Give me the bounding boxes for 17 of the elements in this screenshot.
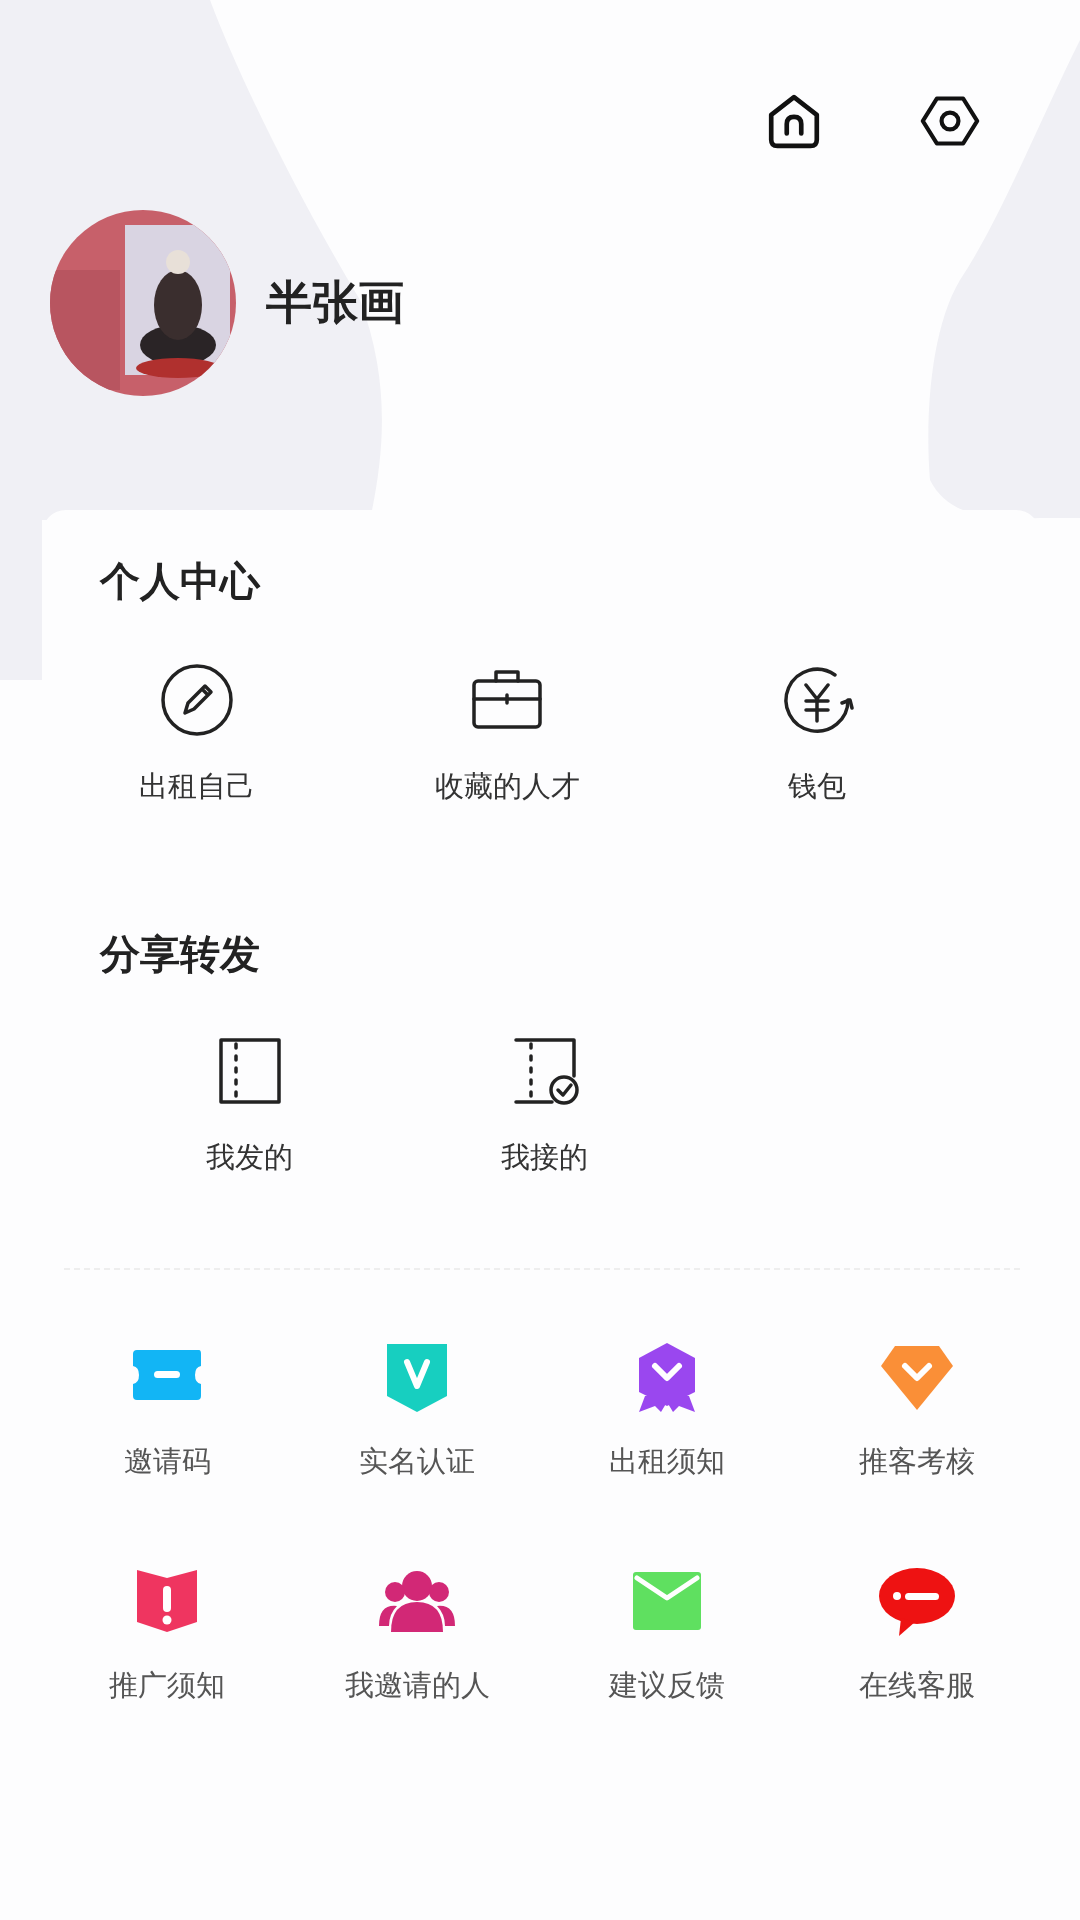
menu-item[interactable]: 收藏的人才: [434, 767, 580, 807]
menu-item[interactable]: 邀请码: [123, 1442, 211, 1482]
menu-item[interactable]: 实名认证: [359, 1442, 475, 1482]
menu-item[interactable]: 出租须知: [609, 1442, 725, 1482]
menu-item[interactable]: 出租自己: [139, 767, 255, 807]
menu-item[interactable]: 推广须知: [109, 1666, 225, 1706]
section-title: 个人中心: [98, 557, 262, 606]
menu-item[interactable]: 钱包: [788, 767, 846, 807]
menu-item[interactable]: 建议反馈: [609, 1666, 725, 1706]
section-title: 分享转发: [98, 930, 261, 979]
menu-item[interactable]: 在线客服: [859, 1666, 975, 1706]
menu-item[interactable]: 推客考核: [859, 1442, 975, 1482]
menu-item[interactable]: 我邀请的人: [344, 1666, 490, 1706]
pencil-icon: [160, 663, 234, 737]
user-name: 半张画: [266, 274, 404, 331]
menu-item[interactable]: 我发的: [206, 1138, 293, 1178]
menu-item[interactable]: 我接的: [501, 1138, 588, 1178]
